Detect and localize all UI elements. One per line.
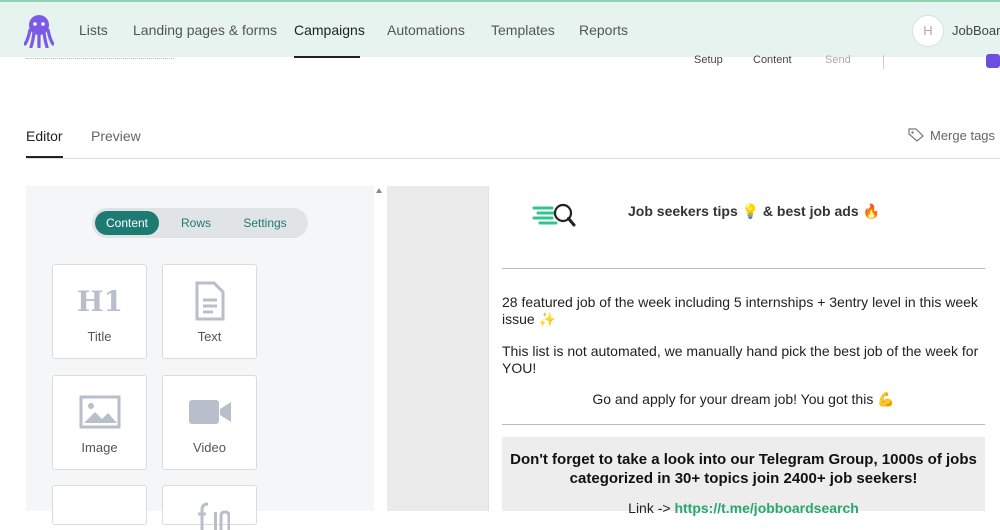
block-video-label: Video	[192, 440, 226, 455]
block-more[interactable]	[52, 485, 147, 525]
magnifier-logo-icon	[532, 203, 576, 227]
email-divider	[502, 268, 985, 269]
scroll-up-arrow[interactable]	[376, 188, 382, 193]
block-image[interactable]: Image	[52, 375, 147, 470]
svg-text:H1: H1	[77, 286, 123, 316]
email-paragraph-1[interactable]: 28 featured job of the week including 5 …	[502, 294, 980, 328]
nav-campaigns[interactable]: Campaigns	[294, 22, 365, 38]
link-prefix: Link ->	[628, 500, 675, 516]
email-divider	[502, 424, 985, 425]
top-nav: Lists Landing pages & forms Campaigns Au…	[0, 0, 1000, 58]
tabs-divider	[26, 158, 1000, 159]
social-icon	[198, 502, 230, 530]
video-icon	[188, 400, 231, 424]
email-title[interactable]: Job seekers tips 💡 & best job ads 🔥	[628, 203, 880, 220]
block-title[interactable]: H1 Title	[52, 264, 147, 359]
nav-landing-pages-forms[interactable]: Landing pages & forms	[133, 22, 277, 38]
content-blocks-panel: Content Settings Rows H1 Title Text Imag…	[26, 186, 374, 530]
tab-editor[interactable]: Editor	[26, 128, 63, 144]
telegram-cta-box[interactable]: Don't forget to take a look into our Tel…	[502, 437, 985, 516]
telegram-cta-text: Don't forget to take a look into our Tel…	[510, 451, 977, 487]
nav-templates[interactable]: Templates	[491, 22, 555, 38]
tag-icon	[908, 128, 924, 142]
toggle-settings[interactable]: Settings	[232, 211, 298, 235]
panel-toggle: Content Settings Rows	[92, 208, 308, 238]
next-button[interactable]	[986, 54, 1000, 68]
campaign-name-underline	[26, 58, 174, 59]
email-paragraph-2[interactable]: This list is not automated, we manually …	[502, 343, 980, 377]
merge-tags-button[interactable]: Merge tags	[908, 128, 995, 143]
nav-reports[interactable]: Reports	[579, 22, 628, 38]
block-text-label: Text	[197, 329, 222, 344]
email-paragraph-3[interactable]: Go and apply for your dream job! You got…	[502, 391, 985, 408]
toggle-rows[interactable]: Rows	[170, 211, 222, 235]
octopus-logo-icon[interactable]	[24, 14, 54, 48]
block-text[interactable]: Text	[162, 264, 257, 359]
telegram-link-line: Link -> https://t.me/jobboardsearch	[502, 500, 985, 516]
nav-lists[interactable]: Lists	[79, 22, 108, 38]
block-title-label: Title	[87, 329, 112, 344]
document-icon	[195, 281, 224, 321]
step-send[interactable]: Send	[825, 54, 851, 66]
nav-active-indicator	[294, 56, 360, 58]
image-icon	[79, 395, 120, 429]
block-social[interactable]	[162, 485, 257, 530]
toggle-content[interactable]: Content	[95, 211, 159, 235]
user-avatar[interactable]: H	[912, 15, 944, 47]
step-divider	[883, 55, 884, 69]
h1-icon: H1	[77, 286, 123, 316]
block-video[interactable]: Video	[162, 375, 257, 470]
account-name[interactable]: JobBoard	[952, 23, 1000, 38]
nav-automations[interactable]: Automations	[387, 22, 465, 38]
step-setup[interactable]: Setup	[694, 54, 723, 66]
block-image-label: Image	[81, 440, 118, 455]
telegram-link[interactable]: https://t.me/jobboardsearch	[674, 500, 858, 516]
merge-tags-label: Merge tags	[930, 128, 996, 143]
step-content[interactable]: Content	[753, 54, 792, 66]
tab-preview[interactable]: Preview	[91, 128, 141, 144]
